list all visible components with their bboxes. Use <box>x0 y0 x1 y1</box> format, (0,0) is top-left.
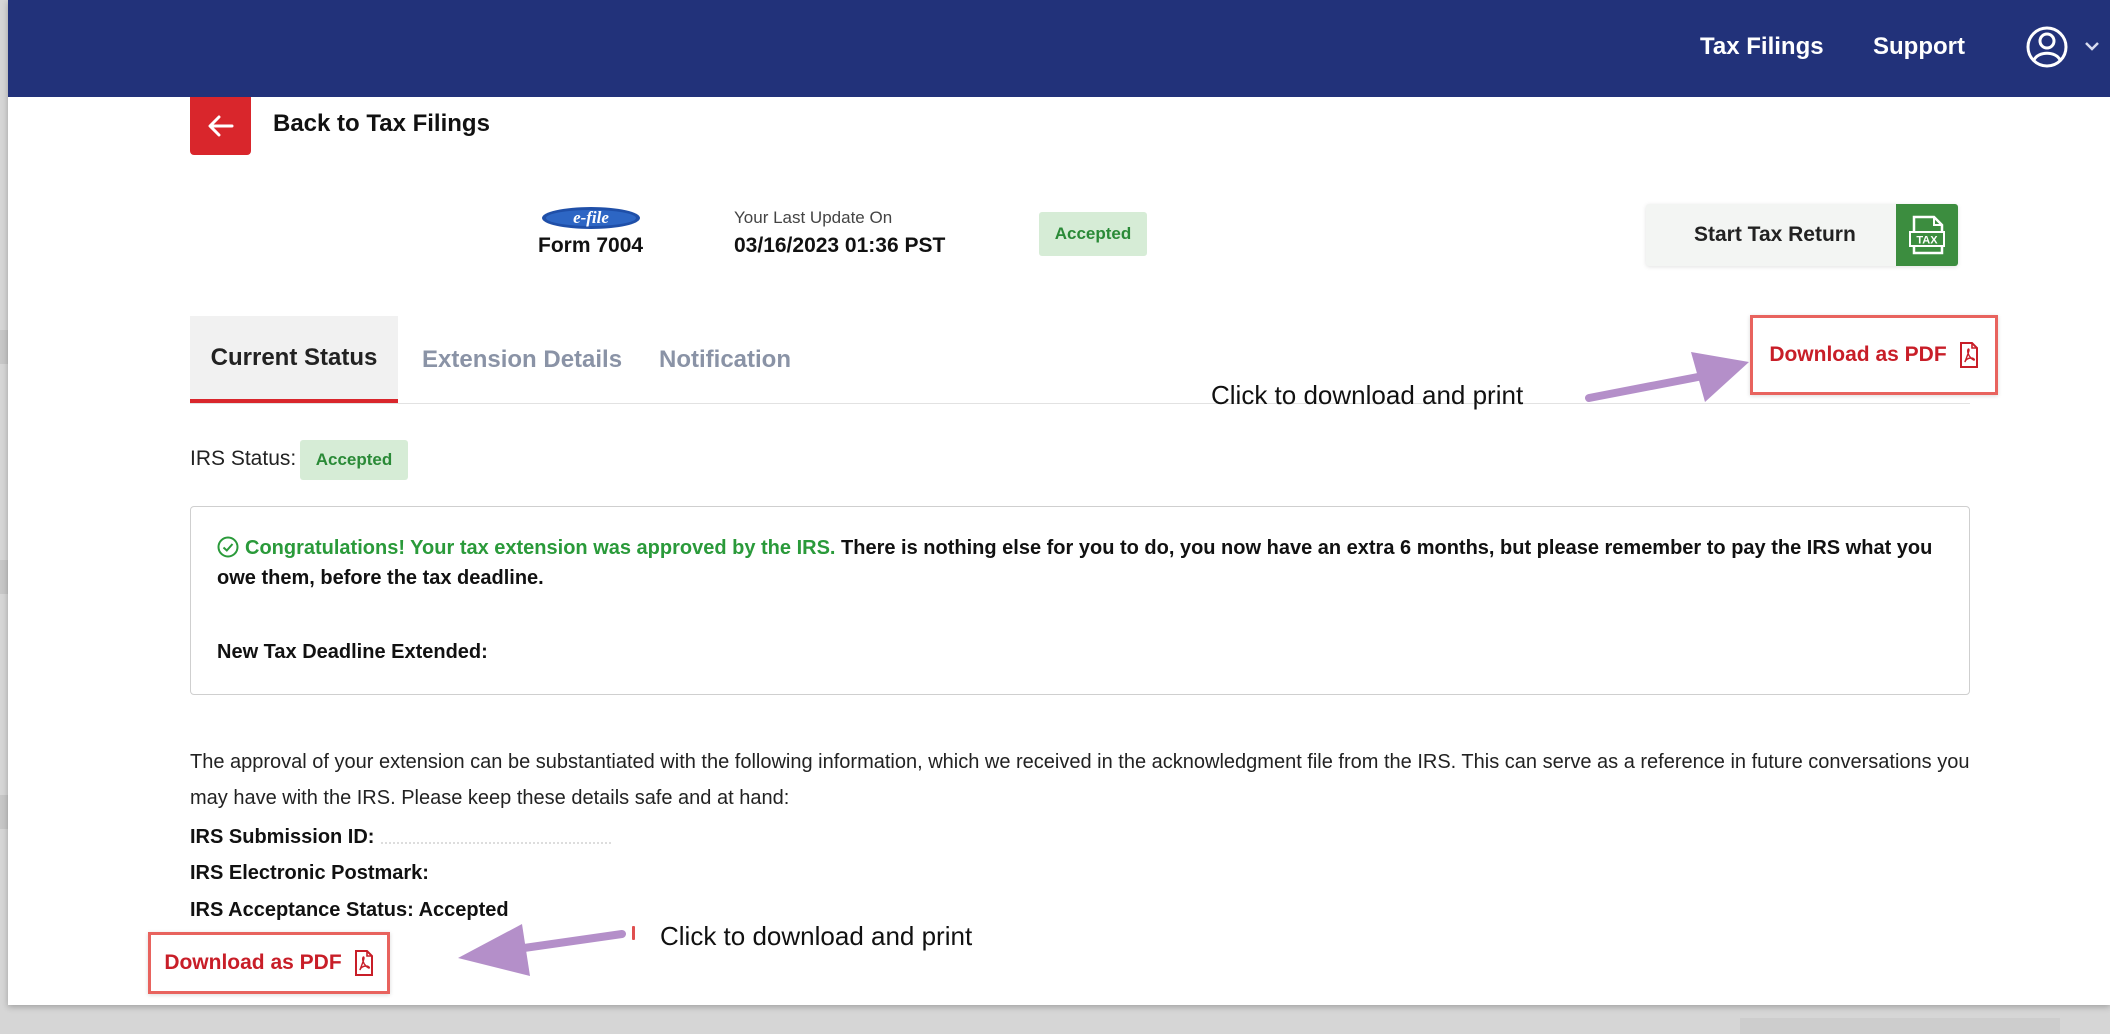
start-tax-return-label: Start Tax Return <box>1694 223 1856 246</box>
back-to-tax-filings-link[interactable]: Back to Tax Filings <box>273 110 490 138</box>
download-pdf-label: Download as PDF <box>164 951 342 974</box>
last-update-value: 03/16/2023 01:36 PST <box>734 234 946 257</box>
irs-status-label: IRS Status: <box>190 447 297 470</box>
tax-icon-text: TAX <box>1916 235 1938 247</box>
pdf-file-icon <box>1959 342 1978 368</box>
annotation-arrow-left-icon <box>458 924 626 976</box>
download-pdf-label: Download as PDF <box>1769 343 1947 366</box>
background-strip <box>0 560 8 594</box>
irs-status-badge: Accepted <box>300 440 408 480</box>
app-window: Tax Filings Support Back to Tax Filings … <box>8 0 2110 1005</box>
approval-explanation-text: The approval of your extension can be su… <box>190 751 1970 809</box>
download-pdf-button-top[interactable]: Download as PDF <box>1750 315 1998 395</box>
user-account-icon <box>2026 26 2099 68</box>
chevron-down-icon <box>2085 42 2099 51</box>
nav-tax-filings[interactable]: Tax Filings <box>1700 33 1824 61</box>
background-faint-block <box>1740 1018 2060 1034</box>
arrow-left-icon <box>208 115 233 137</box>
annotation-arrow-right-icon <box>1585 352 1749 402</box>
status-badge: Accepted <box>1039 212 1147 256</box>
tab-notification[interactable]: Notification <box>659 316 791 404</box>
annotation-text-top: Click to download and print <box>1211 380 1524 410</box>
irs-acceptance-status: IRS Acceptance Status: Accepted <box>190 899 509 921</box>
background-strip <box>0 795 8 829</box>
nav-support[interactable]: Support <box>1873 33 1965 61</box>
efile-logo-text: e-file <box>573 208 609 227</box>
redacted-submission-id <box>381 842 611 844</box>
irs-electronic-postmark-label: IRS Electronic Postmark: <box>190 862 429 884</box>
annotation-red-mark <box>632 926 635 940</box>
user-menu[interactable] <box>2025 24 2105 70</box>
pdf-file-icon <box>354 950 373 976</box>
background-strip <box>0 330 8 364</box>
start-tax-return-button[interactable]: Start Tax Return TAX <box>1646 204 1958 266</box>
form-name: Form 7004 <box>538 234 644 257</box>
irs-efile-logo: e-file <box>541 206 641 230</box>
last-update-label: Your Last Update On <box>734 208 893 227</box>
tax-document-icon: TAX <box>1896 204 1958 266</box>
top-navigation-bar: Tax Filings Support <box>8 0 2110 97</box>
tab-extension-details[interactable]: Extension Details <box>422 316 622 404</box>
approval-congrats-text: Congratulations! Your tax extension was … <box>245 537 836 559</box>
annotation-text-bottom: Click to download and print <box>660 921 973 951</box>
download-pdf-button-bottom[interactable]: Download as PDF <box>148 932 390 994</box>
new-tax-deadline-label: New Tax Deadline Extended: <box>217 641 488 663</box>
approval-notice-text: Congratulations! Your tax extension was … <box>217 533 1947 593</box>
approval-notice-box: Congratulations! Your tax extension was … <box>190 506 1970 695</box>
irs-submission-id-label: IRS Submission ID: <box>190 826 375 848</box>
tab-current-status[interactable]: Current Status <box>190 316 398 404</box>
back-button[interactable] <box>190 97 251 155</box>
check-circle-icon <box>217 536 239 558</box>
